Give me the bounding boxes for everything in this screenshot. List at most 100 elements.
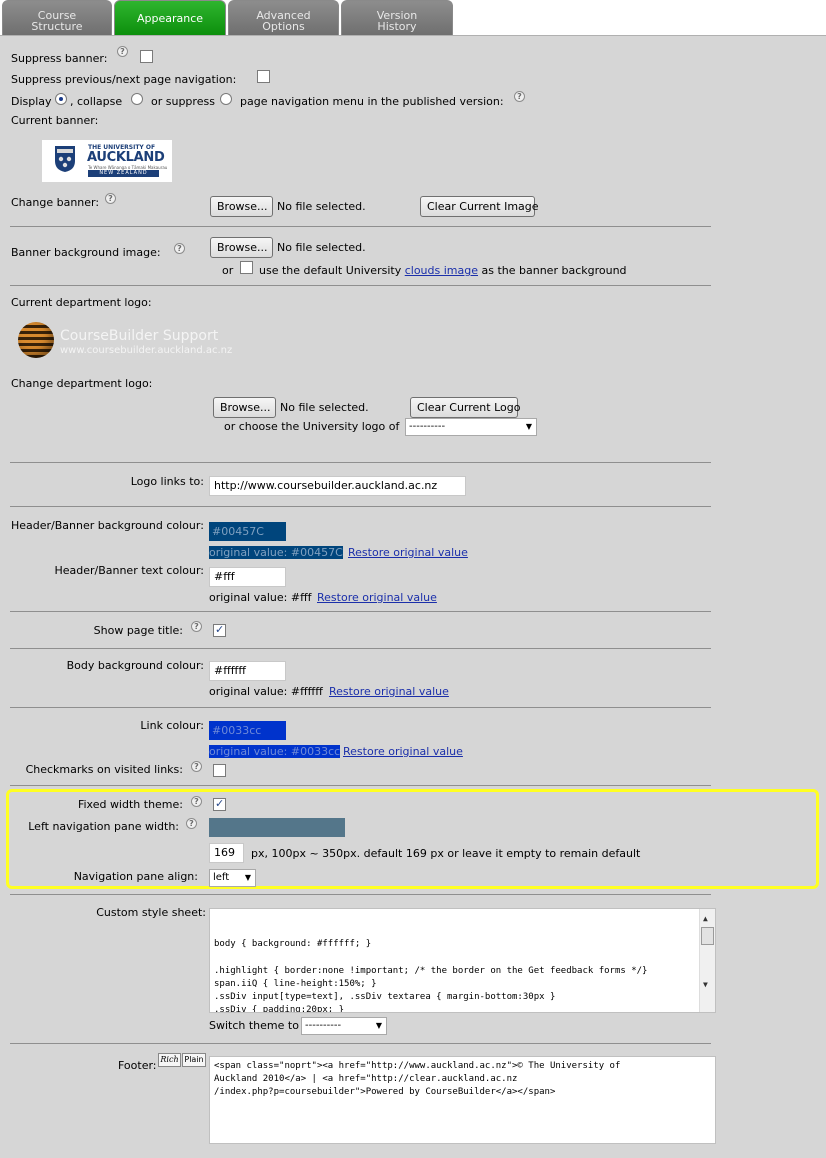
tab-advanced-options[interactable]: Advanced Options [228,0,339,35]
choose-university-logo-label: or choose the University logo of [224,420,400,433]
help-icon[interactable]: ? [191,621,202,632]
divider [10,462,711,463]
css-line: .ssDiv { padding:20px; } [214,1005,345,1013]
restore-header-bg-link[interactable]: Restore original value [348,546,468,559]
use-default-clouds-checkbox[interactable] [240,261,253,274]
footer-line: Auckland 2010</a> | <a href="http://clea… [214,1074,518,1085]
switch-theme-label: Switch theme to [209,1019,299,1032]
link-colour-input[interactable]: #0033cc [209,721,286,740]
header-text-label: Header/Banner text colour: [54,564,204,577]
body-bg-input[interactable]: #ffffff [209,661,286,681]
university-logo-select[interactable]: ---------- ▼ [405,418,537,436]
current-dept-logo-label: Current department logo: [11,296,152,309]
suppress-banner-checkbox[interactable] [140,50,153,63]
chevron-down-icon: ▼ [525,422,532,431]
custom-css-label: Custom style sheet: [96,906,206,919]
fixed-width-label: Fixed width theme: [77,798,183,811]
left-nav-width-label: Left navigation pane width: [28,820,179,833]
chevron-down-icon: ▼ [244,873,251,882]
browse-dept-logo-button[interactable]: Browse... [213,397,276,418]
nav-width-preview-bar [209,818,345,837]
custom-css-textarea[interactable]: body { background: #ffffff; } .highlight … [209,908,716,1013]
scroll-down-icon[interactable]: ▼ [703,978,708,991]
chevron-down-icon: ▼ [375,1021,382,1030]
clouds-image-link[interactable]: clouds image [405,264,478,277]
header-bg-label: Header/Banner background colour: [11,519,204,532]
tab-appearance[interactable]: Appearance [114,0,226,35]
help-icon[interactable]: ? [191,796,202,807]
browse-banner-button[interactable]: Browse... [210,196,273,217]
body-bg-label: Body background colour: [66,659,204,672]
show-title-checkbox[interactable] [213,623,226,637]
help-icon[interactable]: ? [191,761,202,772]
help-icon[interactable]: ? [174,243,185,254]
divider [10,226,711,227]
header-text-input[interactable]: #fff [209,567,286,587]
footer-line: /index.php?p=coursebuilder">Powered by C… [214,1087,556,1098]
coursebuilder-globe-icon [18,322,54,358]
suppress-label: or suppress [151,95,215,108]
change-dept-logo-label: Change department logo: [11,377,153,390]
suppress-nav-checkbox[interactable] [257,70,270,83]
footer-label: Footer: [118,1059,157,1072]
restore-header-text-link[interactable]: Restore original value [317,591,437,604]
divider [10,648,711,649]
clear-current-image-button[interactable]: Clear Current Image [420,196,539,217]
display-radio[interactable] [55,93,67,105]
rich-editor-button[interactable]: Rich [158,1053,181,1067]
logo-links-input[interactable]: http://www.coursebuilder.auckland.ac.nz [209,476,466,496]
plain-editor-button[interactable]: Plain [182,1053,206,1067]
divider [10,285,711,286]
dept-logo-url: www.coursebuilder.auckland.ac.nz [60,345,233,356]
css-line: .highlight { border:none !important; /* … [214,965,648,976]
header-bg-input[interactable]: #00457C [209,522,286,541]
collapse-label: , collapse [70,95,123,108]
suppress-nav-label: Suppress previous/next page navigation: [11,73,237,86]
browse-banner-bg-button[interactable]: Browse... [210,237,273,258]
help-icon[interactable]: ? [186,818,197,829]
file-status: No file selected. [277,241,366,254]
css-line: .ssDiv input[type=text], .ssDiv textarea… [214,992,556,1003]
css-lines: body { background: #ffffff; } .highlight … [214,938,711,1013]
header-bg-original: original value: #00457C [209,546,343,559]
suppress-radio[interactable] [220,93,232,105]
divider [10,707,711,708]
scrollbar[interactable]: ▲ ▼ [699,909,715,1012]
show-title-label: Show page title: [93,624,183,637]
help-icon[interactable]: ? [105,193,116,204]
fixed-width-checkbox[interactable] [213,797,226,811]
change-banner-label: Change banner: [11,196,100,209]
help-icon[interactable]: ? [117,46,128,57]
divider [10,506,711,507]
footer-line: <span class="noprt"><a href="http://www.… [214,1061,621,1071]
collapse-radio[interactable] [131,93,143,105]
switch-theme-select[interactable]: ---------- ▼ [301,1017,387,1035]
divider [10,611,711,612]
left-nav-width-input[interactable]: 169 [209,843,244,863]
display-label: Display [11,95,52,108]
checkmarks-label: Checkmarks on visited links: [25,763,183,776]
restore-body-bg-link[interactable]: Restore original value [329,685,449,698]
clear-current-logo-button[interactable]: Clear Current Logo [410,397,520,418]
current-banner-label: Current banner: [11,114,99,127]
crest-icon [55,146,75,172]
css-line: span.iiQ { line-height:150%; } [214,978,377,989]
footer-textarea[interactable]: <span class="noprt"><a href="http://www.… [209,1056,716,1144]
logo-line4: NEW ZEALAND [88,170,159,177]
restore-link-colour-link[interactable]: Restore original value [343,745,463,758]
nav-align-select[interactable]: left ▼ [209,869,256,887]
tab-course-structure[interactable]: Course Structure [2,0,112,35]
scroll-thumb[interactable] [701,927,714,945]
dept-logo-title: CourseBuilder Support [60,328,219,344]
tab-version-history[interactable]: Version History [341,0,453,35]
link-colour-original: original value: #0033cc [209,745,341,758]
divider [10,785,711,786]
banner-bg-label: Banner background image: [11,246,161,259]
nav-menu-label: page navigation menu in the published ve… [240,95,504,108]
checkmarks-checkbox[interactable] [213,764,226,777]
logo-line2: AUCKLAND [87,150,165,165]
scroll-up-icon[interactable]: ▲ [703,912,708,925]
divider [10,894,711,895]
help-icon[interactable]: ? [514,91,525,102]
tab-label-line2: History [377,20,417,33]
